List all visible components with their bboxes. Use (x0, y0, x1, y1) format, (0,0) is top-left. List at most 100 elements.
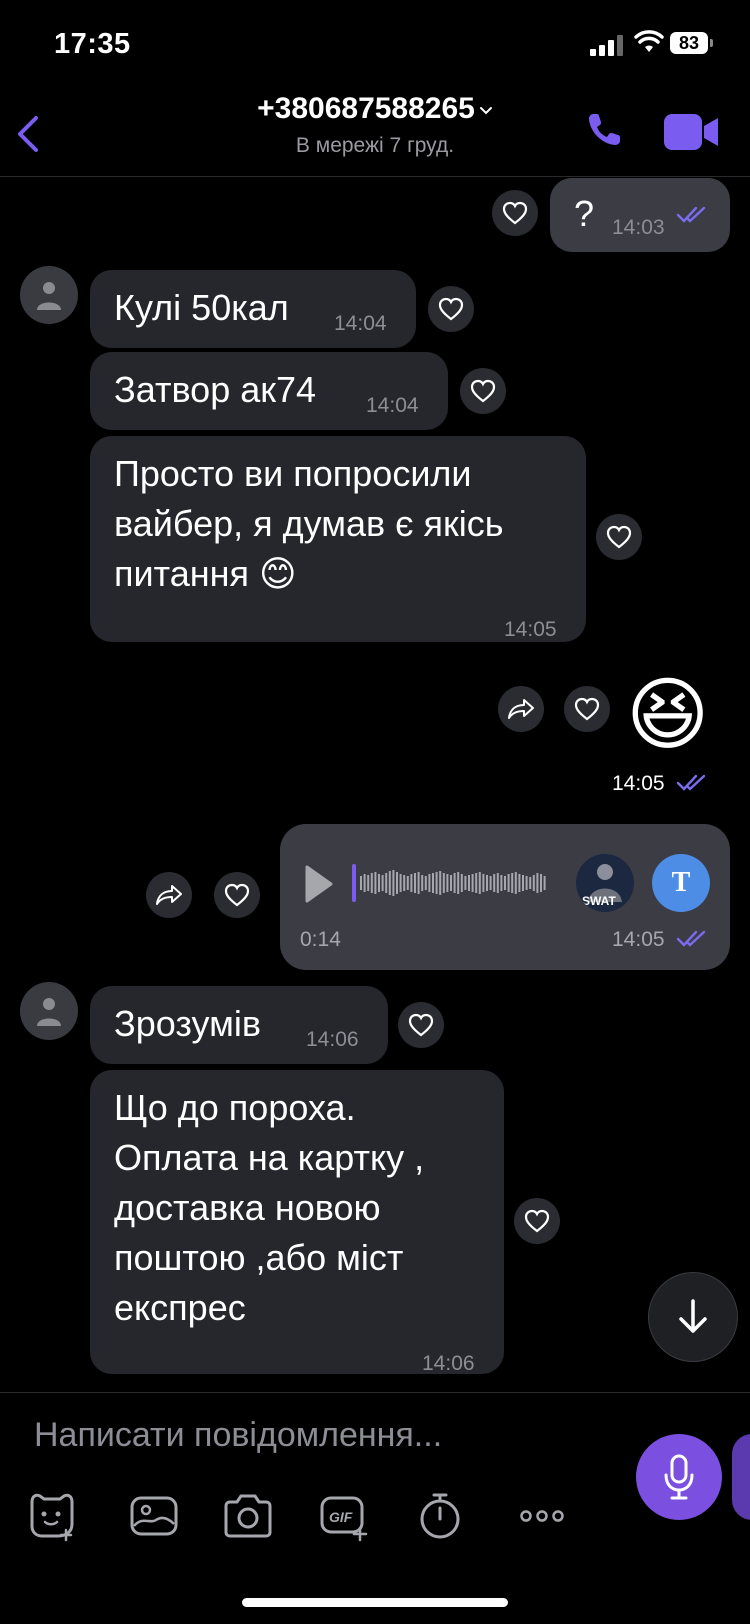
waveform-bar (421, 875, 424, 891)
message-text: Затвор ак74 (114, 369, 317, 410)
message-line: доставка новою (114, 1187, 381, 1228)
voice-message-bubble[interactable]: SWAT T 0:14 14:05 (280, 824, 730, 970)
message-bubble-incoming[interactable]: Що до пороха. Оплата на картку , доставк… (90, 1070, 504, 1375)
message-bubble-incoming[interactable]: Просто ви попросили вайбер, я думав є як… (90, 436, 586, 642)
sender-avatar[interactable] (20, 266, 78, 324)
waveform-bar (428, 874, 431, 892)
waveform-bar (410, 874, 413, 892)
like-button[interactable] (460, 368, 506, 414)
more-icon[interactable] (516, 1490, 568, 1542)
waveform-bar (432, 873, 434, 893)
waveform-bar (496, 873, 499, 893)
like-button[interactable] (492, 190, 538, 236)
waveform-bar (532, 875, 535, 891)
forward-arrow-icon (508, 699, 534, 719)
message-time: 14:05 (612, 772, 665, 795)
video-call-icon[interactable] (664, 114, 720, 150)
waveform-bar (536, 873, 539, 893)
secondary-action-edge[interactable] (732, 1434, 750, 1520)
waveform-bar (540, 874, 542, 892)
heart-icon (502, 201, 528, 225)
contact-name[interactable]: +380687588265 (0, 92, 750, 126)
waveform-bar (529, 877, 532, 889)
waveform-bar (424, 876, 427, 890)
sender-avatar[interactable] (20, 982, 78, 1040)
waveform-bar (468, 875, 470, 891)
waveform-bar (406, 876, 409, 890)
waveform-bar (403, 875, 406, 891)
like-button[interactable] (596, 514, 642, 560)
waveform-bar (457, 872, 460, 894)
message-line: питання 😊 (114, 553, 297, 594)
waveform-bar (370, 873, 373, 893)
timer-icon[interactable] (414, 1490, 466, 1542)
home-indicator (242, 1598, 508, 1607)
gallery-icon[interactable] (128, 1490, 180, 1542)
waveform-bar (471, 874, 474, 892)
waveform-bar (388, 871, 391, 895)
phone-call-icon[interactable] (584, 110, 624, 150)
waveform-bar (374, 872, 377, 894)
like-button[interactable] (398, 1002, 444, 1048)
cellular-signal-icon (590, 35, 623, 56)
waveform-bar (464, 876, 467, 890)
waveform-bar (522, 875, 524, 891)
message-time: 14:06 (306, 1028, 359, 1051)
message-line: поштою ,або міст (114, 1237, 404, 1278)
like-button[interactable] (214, 872, 260, 918)
waveform-bar (399, 874, 402, 892)
waveform-bar (500, 875, 503, 891)
forward-button[interactable] (146, 872, 192, 918)
read-ticks-icon (676, 930, 706, 947)
like-button[interactable] (428, 286, 474, 332)
message-text: ? (574, 193, 595, 234)
play-icon[interactable] (304, 864, 334, 904)
waveform[interactable] (352, 860, 552, 906)
message-bubble-incoming[interactable]: Кулі 50кал 14:04 (90, 270, 416, 348)
gif-icon[interactable]: GIF (318, 1490, 370, 1542)
transcribe-button[interactable]: T (652, 854, 710, 912)
waveform-bar (453, 873, 456, 893)
emoji-message[interactable]: 😆 (626, 670, 709, 760)
waveform-bar (414, 873, 416, 893)
heart-icon (408, 1013, 434, 1037)
waveform-bar (360, 876, 362, 890)
message-line: Що до пороха. (114, 1087, 356, 1128)
like-button[interactable] (564, 686, 610, 732)
like-button[interactable] (514, 1198, 560, 1244)
waveform-bar (460, 874, 463, 892)
forward-button[interactable] (498, 686, 544, 732)
status-time: 17:35 (54, 28, 131, 60)
message-bubble-incoming[interactable]: Затвор ак74 14:04 (90, 352, 448, 430)
waveform-bar (543, 876, 546, 890)
waveform-bar (504, 876, 506, 890)
waveform-bar (396, 872, 398, 894)
waveform-bar (486, 875, 488, 891)
camera-icon[interactable] (222, 1490, 274, 1542)
record-voice-button[interactable] (636, 1434, 722, 1520)
message-bubble-incoming[interactable]: Зрозумів 14:06 (90, 986, 388, 1064)
heart-icon (606, 525, 632, 549)
voice-duration: 0:14 (300, 928, 341, 951)
scroll-down-button[interactable] (648, 1272, 738, 1362)
sticker-icon[interactable] (26, 1490, 78, 1542)
message-bubble-outgoing[interactable]: ? 14:03 (550, 178, 730, 252)
waveform-bar (475, 873, 478, 893)
waveform-bar (367, 875, 370, 891)
read-ticks-icon (676, 774, 706, 791)
wifi-icon (634, 30, 664, 52)
microphone-icon (664, 1454, 694, 1500)
message-input[interactable]: Написати повідомлення... (34, 1416, 442, 1455)
waveform-bar (378, 874, 380, 892)
heart-icon (438, 297, 464, 321)
message-time: 14:06 (422, 1352, 475, 1375)
waveform-bar (482, 874, 485, 892)
person-icon (37, 998, 61, 1026)
waveform-bar (442, 873, 445, 893)
waveform-bar (392, 870, 395, 896)
waveform-bar (385, 873, 388, 893)
message-time: 14:04 (366, 394, 419, 417)
waveform-bar (450, 875, 452, 891)
waveform-bar (363, 874, 366, 892)
playhead[interactable] (352, 864, 356, 902)
